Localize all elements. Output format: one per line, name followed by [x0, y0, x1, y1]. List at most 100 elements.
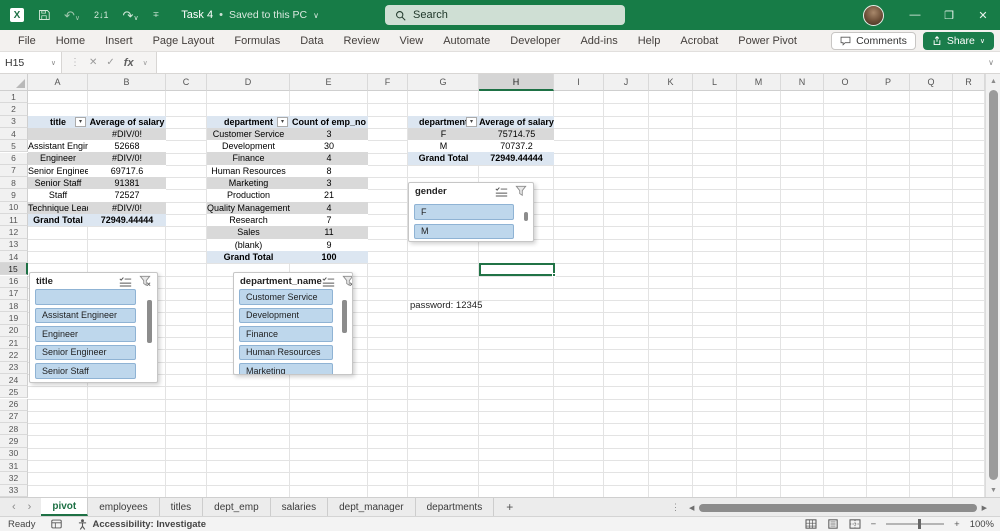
pivot-row-value[interactable]: 21 — [290, 189, 368, 201]
redo-icon[interactable]: ↷∨ — [123, 9, 139, 22]
pivot-row-value[interactable]: 9 — [290, 239, 368, 251]
pivot-table-3[interactable]: department Average of salary ▾ F 75714.75 M 70… — [408, 115, 554, 165]
row-header-8[interactable]: 8 — [0, 177, 28, 190]
pivot-row-label[interactable]: Finance — [207, 152, 290, 165]
slicer-item-finance[interactable]: Finance — [239, 326, 333, 342]
row-header-5[interactable]: 5 — [0, 140, 28, 153]
sheet-tab-titles[interactable]: titles — [160, 498, 204, 516]
pivot-row[interactable]: Quality Management 4 — [207, 201, 368, 214]
column-header-L[interactable]: L — [693, 74, 737, 91]
row-header-33[interactable]: 33 — [0, 484, 28, 497]
pivot-row-label[interactable]: Grand Total — [408, 152, 479, 165]
pivot-row[interactable]: Technique Leader#DIV/0! — [28, 201, 166, 214]
pivot-table-1[interactable]: title Average of salary ▾ #DIV/0! Assistant … — [28, 115, 166, 227]
ribbon-tab-add-ins[interactable]: Add-ins — [570, 32, 627, 50]
clear-filter-icon[interactable] — [342, 275, 352, 287]
zoom-slider-thumb[interactable] — [918, 519, 922, 529]
column-header-A[interactable]: A — [28, 74, 88, 91]
pivot-row[interactable]: Senior Staff 91381 — [28, 177, 166, 190]
close-button[interactable]: ✕ — [966, 0, 1000, 30]
pivot-row[interactable]: Grand Total 100 — [207, 250, 368, 264]
pivot-row-label[interactable]: Grand Total — [207, 250, 290, 264]
slicer-item-senior-engineer[interactable]: Senior Engineer — [35, 344, 136, 360]
pivot-row[interactable]: Assistant Engineer52668 — [28, 140, 166, 152]
ribbon-tab-page-layout[interactable]: Page Layout — [143, 32, 225, 50]
sheet-tab-salaries[interactable]: salaries — [271, 498, 329, 516]
undo-icon[interactable]: ↶∨ — [64, 9, 80, 22]
pivot-row-value[interactable]: 11 — [290, 226, 368, 239]
ribbon-tab-view[interactable]: View — [390, 32, 434, 50]
pivot-row-label[interactable]: Staff — [28, 189, 88, 201]
page-layout-view-icon[interactable] — [827, 519, 839, 529]
pivot-row-label[interactable]: Quality Management — [207, 201, 290, 214]
macro-record-icon[interactable] — [51, 519, 63, 529]
fill-handle[interactable] — [552, 273, 556, 277]
ribbon-tab-data[interactable]: Data — [290, 32, 333, 50]
pivot-row[interactable]: #DIV/0! — [28, 127, 166, 141]
sheet-tab-departments[interactable]: departments — [416, 498, 495, 516]
customize-toolbar-icon[interactable]: ∓ — [153, 11, 160, 19]
pivot-field-filter-button[interactable]: ▾ — [466, 116, 477, 127]
vertical-scrollbar[interactable]: ▲ ▼ — [985, 74, 1000, 497]
row-header-20[interactable]: 20 — [0, 324, 28, 337]
pivot-field-filter-button[interactable]: ▾ — [75, 116, 86, 127]
pivot-row[interactable]: Engineer #DIV/0! — [28, 152, 166, 165]
pivot-row-label[interactable] — [28, 127, 88, 141]
row-header-25[interactable]: 25 — [0, 386, 28, 399]
pivot-row-label[interactable]: Sales — [207, 226, 290, 239]
excel-logo-icon[interactable]: X — [10, 8, 24, 22]
pivot-row-value[interactable]: Average of salary — [479, 115, 554, 128]
column-header-D[interactable]: D — [207, 74, 290, 91]
pivot-field-filter-button[interactable]: ▾ — [277, 116, 288, 127]
password-note-cell[interactable]: password: 12345 — [410, 300, 482, 312]
pivot-row-value[interactable]: #DIV/0! — [88, 201, 166, 214]
pivot-row-label[interactable]: Grand Total — [28, 213, 88, 227]
pivot-row-label[interactable]: Customer Service — [207, 127, 290, 141]
ribbon-tab-developer[interactable]: Developer — [500, 32, 570, 50]
pivot-row[interactable]: Grand Total 72949.44444 — [28, 213, 166, 227]
pivot-row-value[interactable]: Average of salary — [88, 115, 166, 128]
slicer-scrollbar-thumb[interactable] — [342, 300, 347, 333]
row-header-4[interactable]: 4 — [0, 127, 28, 141]
row-header-18[interactable]: 18 — [0, 300, 28, 313]
zoom-slider[interactable] — [886, 519, 945, 529]
slicer-scrollbar-thumb[interactable] — [524, 212, 528, 221]
row-header-9[interactable]: 9 — [0, 189, 28, 202]
column-header-I[interactable]: I — [554, 74, 604, 91]
slicer-item-marketing[interactable]: Marketing — [239, 363, 333, 374]
pivot-row-label[interactable]: Marketing — [207, 177, 290, 190]
row-header-32[interactable]: 32 — [0, 472, 28, 485]
column-header-O[interactable]: O — [824, 74, 867, 91]
column-header-N[interactable]: N — [781, 74, 824, 91]
slicer-item-engineer[interactable]: Engineer — [35, 326, 136, 342]
pivot-row-value[interactable]: 72949.44444 — [479, 152, 554, 165]
name-box[interactable]: H15 ∨ — [0, 52, 62, 73]
pivot-row-label[interactable]: M — [408, 140, 479, 152]
pivot-row[interactable]: department Average of salary ▾ — [408, 115, 554, 128]
formula-input[interactable] — [155, 52, 982, 73]
pivot-row[interactable]: Human Resources 8 — [207, 165, 368, 177]
row-header-29[interactable]: 29 — [0, 435, 28, 448]
ribbon-tab-automate[interactable]: Automate — [433, 32, 500, 50]
pivot-row-value[interactable]: #DIV/0! — [88, 152, 166, 165]
sort-ascending-icon[interactable]: 2↓1 — [94, 10, 109, 20]
pivot-row[interactable]: title Average of salary ▾ — [28, 115, 166, 128]
scroll-left-icon[interactable]: ◀ — [686, 504, 697, 512]
ribbon-tab-power-pivot[interactable]: Power Pivot — [728, 32, 807, 50]
row-header-19[interactable]: 19 — [0, 312, 28, 325]
slicer-item-senior-staff[interactable]: Senior Staff — [35, 363, 136, 379]
multi-select-icon[interactable] — [322, 276, 335, 287]
pivot-row-label[interactable]: Senior Staff — [28, 177, 88, 190]
selected-cell-H15[interactable] — [479, 263, 556, 277]
restore-button[interactable]: ❐ — [932, 0, 966, 30]
pivot-row[interactable]: M 70737.2 — [408, 140, 554, 152]
slicer-item-human-resources[interactable]: Human Resources — [239, 344, 333, 360]
zoom-level[interactable]: 100% — [970, 519, 994, 530]
pivot-table-2[interactable]: department Count of emp_no ▾ Customer Servi… — [207, 115, 368, 264]
multi-select-icon[interactable] — [495, 186, 508, 197]
confirm-entry-icon[interactable]: ✓ — [106, 57, 114, 68]
column-header-E[interactable]: E — [290, 74, 368, 91]
pivot-row[interactable]: Finance 4 — [207, 152, 368, 165]
vertical-scrollbar-thumb[interactable] — [989, 90, 998, 480]
pivot-row[interactable]: department Count of emp_no ▾ — [207, 115, 368, 128]
